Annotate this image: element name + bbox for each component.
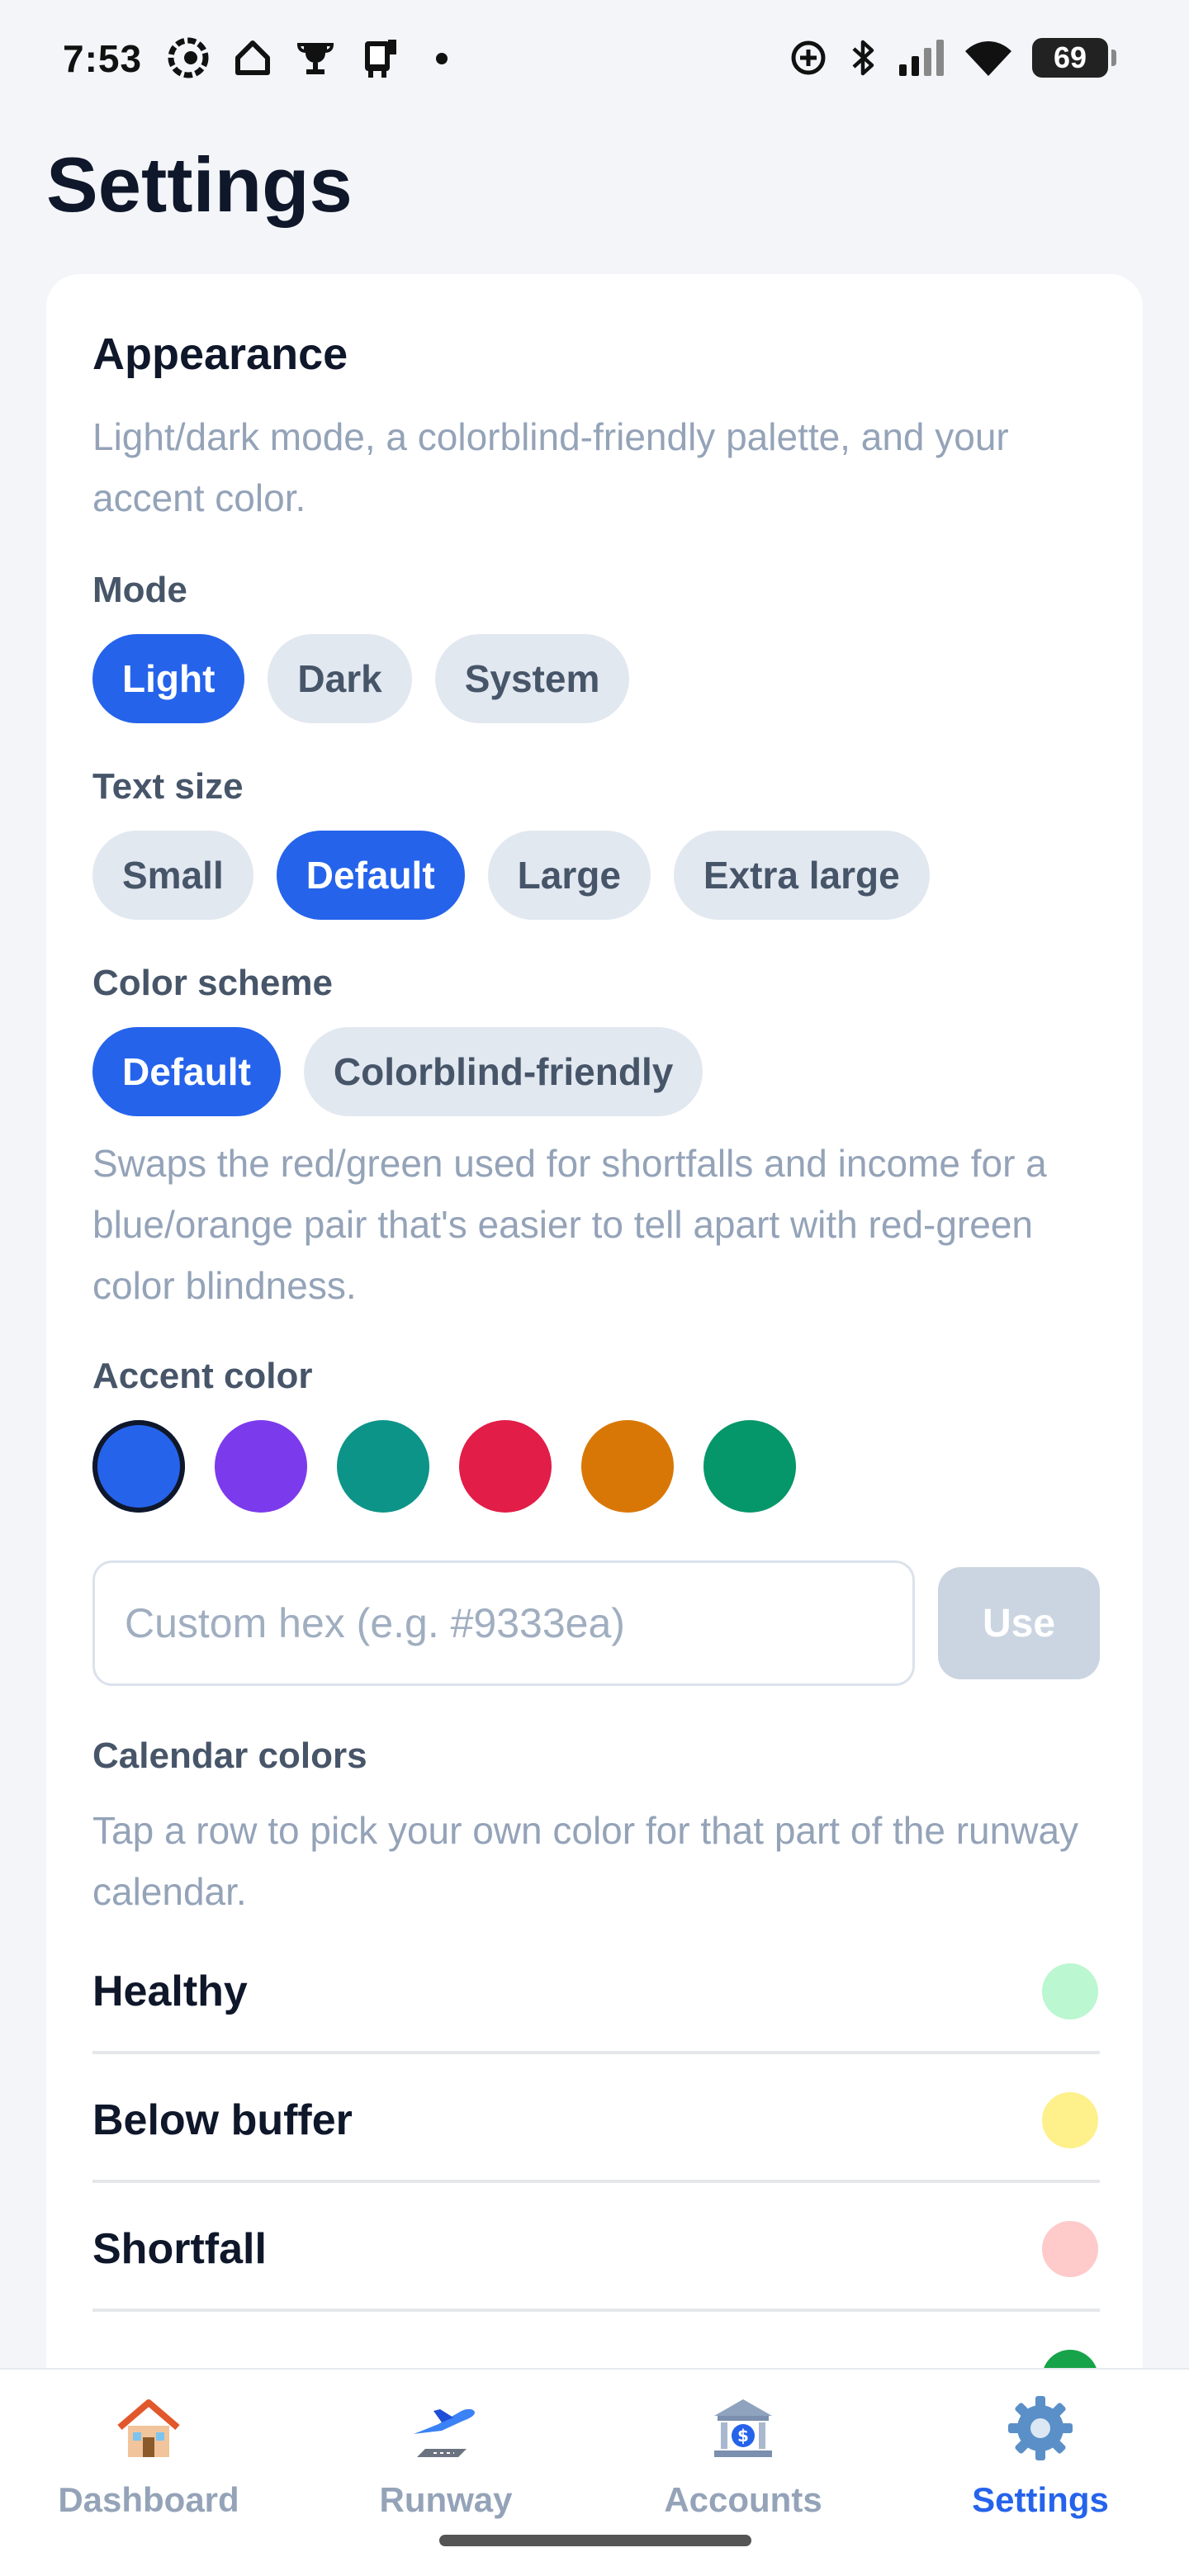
app-icon [165,36,211,79]
nav-runway[interactable]: Runway [297,2370,594,2535]
text-size-default-chip[interactable]: Default [276,831,465,920]
wifi-icon [963,36,1014,79]
text-size-label: Text size [92,766,244,807]
svg-text:$: $ [737,2426,749,2446]
mode-dark-chip[interactable]: Dark [268,634,412,723]
accent-swatch-purple[interactable] [215,1420,307,1513]
custom-hex-input[interactable] [92,1560,915,1686]
house-icon [117,2399,180,2457]
mode-options: Light Dark System [92,634,630,723]
device-icon [357,36,403,79]
bank-icon: $ [714,2399,772,2457]
accent-swatch-orange[interactable] [581,1420,674,1513]
appearance-title: Appearance [92,329,348,379]
calendar-row-shortfall[interactable]: Shortfall [92,2183,1100,2312]
color-scheme-options: Default Colorblind-friendly [92,1027,703,1116]
calendar-row-healthy[interactable]: Healthy [92,1925,1100,2054]
color-scheme-colorblind-chip[interactable]: Colorblind-friendly [303,1027,703,1116]
mode-system-chip[interactable]: System [434,634,630,723]
text-size-extra-large-chip[interactable]: Extra large [673,831,930,920]
color-scheme-default-chip[interactable]: Default [92,1027,281,1116]
accent-swatch-red[interactable] [459,1420,552,1513]
accent-color-label: Accent color [92,1356,313,1396]
nav-label: Runway [379,2480,513,2519]
bluetooth-icon [846,36,882,79]
settings-screen: 7:53 69 Settings Appearance Light/dark m… [0,0,1189,2576]
color-scheme-note: Swaps the red/green used for shortfalls … [92,1142,1047,1307]
gear-icon [1008,2396,1073,2460]
color-dot [1042,2092,1098,2148]
calendar-row-label: Healthy [92,1968,248,2015]
status-time: 7:53 [63,37,143,80]
airplane-icon [414,2408,475,2457]
nav-accounts[interactable]: $ Accounts [594,2370,892,2535]
text-size-small-chip[interactable]: Small [92,831,253,920]
color-dot [1042,1963,1098,2020]
page-title: Settings [46,141,353,228]
calendar-row-label: Shortfall [92,2225,267,2273]
accent-swatch-green[interactable] [703,1420,796,1513]
nav-label: Dashboard [58,2480,239,2519]
nav-settings[interactable]: Settings [892,2370,1189,2535]
nav-label: Settings [972,2480,1109,2519]
calendar-colors-label: Calendar colors [92,1735,367,1776]
accent-swatches [92,1420,796,1513]
notification-dot [436,53,448,64]
text-size-options: Small Default Large Extra large [92,831,930,920]
nav-label: Accounts [664,2480,822,2519]
nav-dashboard[interactable]: Dashboard [0,2370,297,2535]
calendar-colors-description: Tap a row to pick your own color for tha… [92,1809,1079,1913]
use-hex-button[interactable]: Use [938,1567,1100,1679]
trophy-icon [294,36,337,79]
appearance-description: Light/dark mode, a colorblind-friendly p… [92,415,1009,519]
calendar-row-below-buffer[interactable]: Below buffer [92,2054,1100,2183]
home-icon [231,36,274,79]
appearance-card: Appearance Light/dark mode, a colorblind… [46,274,1143,2421]
battery-icon: 69 [1032,38,1116,78]
text-size-large-chip[interactable]: Large [487,831,651,920]
sync-icon [786,36,831,79]
color-dot [1042,2221,1098,2277]
accent-swatch-blue[interactable] [92,1420,185,1513]
calendar-row-label: Below buffer [92,2096,353,2144]
battery-level: 69 [1053,40,1087,74]
mode-label: Mode [92,570,187,610]
accent-swatch-teal[interactable] [337,1420,429,1513]
status-bar: 7:53 69 [0,0,1189,116]
signal-icon [897,36,946,79]
color-scheme-label: Color scheme [92,963,333,1003]
mode-light-chip[interactable]: Light [92,634,245,723]
home-indicator [439,2535,751,2546]
